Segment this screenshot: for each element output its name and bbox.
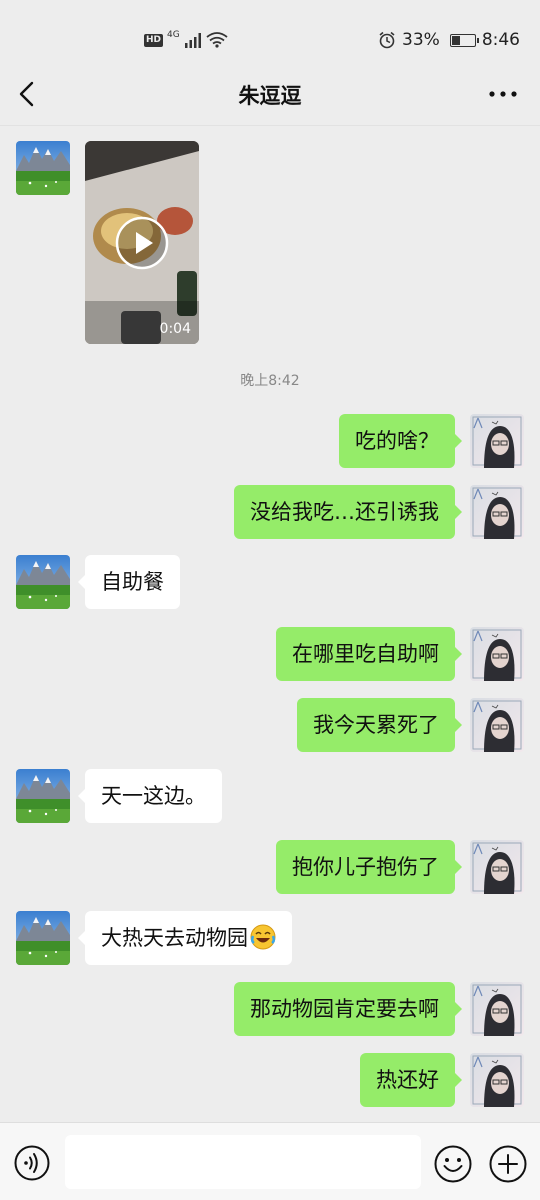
message-text: 大热天去动物园: [101, 926, 248, 950]
clock-time: 8:46: [481, 30, 520, 50]
contact-avatar: [16, 769, 70, 823]
video-message[interactable]: 0:04: [85, 141, 199, 344]
message-bubble-sent[interactable]: 没给我吃…还引诱我: [234, 485, 462, 539]
wifi-icon: [206, 32, 228, 48]
input-bar: [0, 1122, 540, 1200]
title-bar: 朱逗逗: [0, 62, 540, 126]
my-avatar: [470, 627, 524, 681]
message-input[interactable]: [65, 1135, 421, 1189]
message-bubble-sent[interactable]: 在哪里吃自助啊: [276, 627, 462, 681]
avatar[interactable]: [470, 414, 524, 468]
voice-icon[interactable]: [14, 1145, 50, 1181]
laughing-crying-emoji-icon: [250, 924, 276, 950]
network-type: 4G: [167, 30, 180, 40]
play-icon[interactable]: [114, 215, 170, 271]
avatar[interactable]: [470, 627, 524, 681]
contact-avatar: [16, 141, 70, 195]
message-bubble-sent[interactable]: 我今天累死了: [297, 698, 462, 752]
page-title: 朱逗逗: [238, 84, 302, 108]
avatar[interactable]: [470, 982, 524, 1036]
alarm-icon: [379, 31, 395, 49]
emoji-face-icon[interactable]: [434, 1145, 472, 1183]
status-right: 33% 8:46: [378, 28, 520, 52]
avatar[interactable]: [470, 1053, 524, 1107]
avatar[interactable]: [470, 840, 524, 894]
hd-icon: HD: [144, 33, 164, 47]
avatar[interactable]: [16, 769, 70, 823]
message-bubble-received[interactable]: 大热天去动物园: [78, 911, 292, 965]
message-bubble-received[interactable]: 天一这边。: [78, 769, 222, 823]
avatar[interactable]: [470, 485, 524, 539]
my-avatar: [470, 485, 524, 539]
chat-history[interactable]: 0:04 晚上8:42 吃的啥？ 没给我吃…还引诱我 自助餐 在哪里吃自助啊 我…: [0, 126, 540, 1122]
contact-avatar: [16, 555, 70, 609]
more-dots-icon[interactable]: [488, 86, 518, 102]
battery-icon: [449, 33, 479, 47]
my-avatar: [470, 414, 524, 468]
status-left: HD 4G: [144, 28, 228, 52]
avatar[interactable]: [16, 141, 70, 195]
my-avatar: [470, 840, 524, 894]
video-duration: 0:04: [159, 321, 191, 337]
my-avatar: [470, 698, 524, 752]
message-bubble-sent[interactable]: 热还好: [360, 1053, 462, 1107]
battery-percent: 33%: [402, 30, 440, 50]
my-avatar: [470, 982, 524, 1036]
message-bubble-received[interactable]: 自助餐: [78, 555, 180, 609]
avatar[interactable]: [16, 555, 70, 609]
message-bubble-sent[interactable]: 那动物园肯定要去啊: [234, 982, 462, 1036]
message-bubble-sent[interactable]: 吃的啥？: [339, 414, 462, 468]
my-avatar: [470, 1053, 524, 1107]
timestamp: 晚上8:42: [240, 373, 300, 389]
contact-avatar: [16, 911, 70, 965]
signal-icon: [184, 33, 201, 48]
avatar[interactable]: [470, 698, 524, 752]
plus-icon[interactable]: [489, 1145, 527, 1183]
avatar[interactable]: [16, 911, 70, 965]
message-bubble-sent[interactable]: 抱你儿子抱伤了: [276, 840, 462, 894]
